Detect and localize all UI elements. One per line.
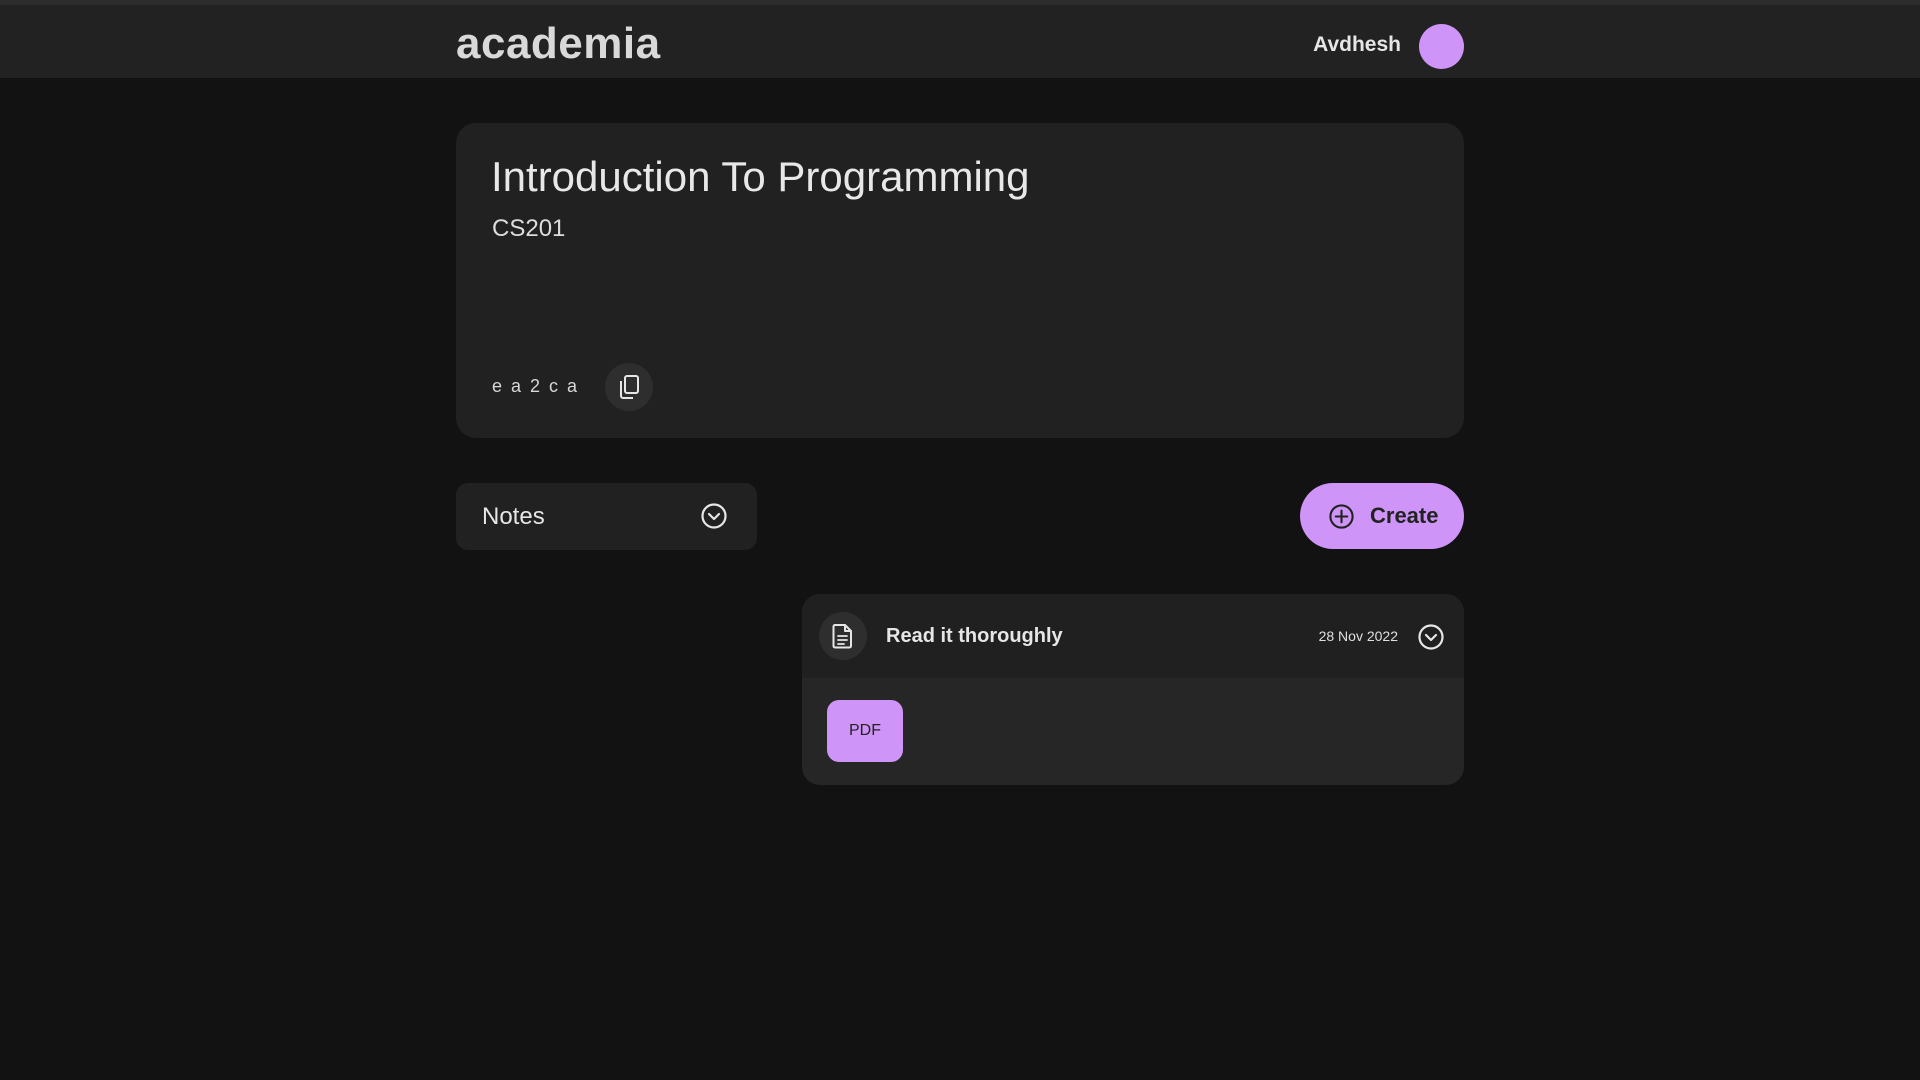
document-icon: [832, 624, 852, 649]
note-card: Read it thoroughly 28 Nov 2022 PDF: [802, 594, 1464, 785]
copy-code-button[interactable]: [605, 363, 653, 411]
create-button[interactable]: Create: [1300, 483, 1464, 549]
dropdown-selected-value: Notes: [482, 503, 545, 530]
note-header[interactable]: Read it thoroughly 28 Nov 2022: [802, 594, 1464, 678]
chevron-down-icon: [701, 503, 727, 529]
class-join-code: ea2ca: [492, 376, 587, 396]
note-icon-badge: [819, 612, 867, 660]
app-logo[interactable]: academia: [456, 19, 661, 69]
top-navbar: academia Avdhesh: [0, 0, 1920, 78]
course-title: Introduction To Programming: [491, 153, 1030, 200]
note-date: 28 Nov 2022: [1318, 628, 1398, 644]
note-title: Read it thoroughly: [886, 625, 1063, 647]
create-button-label: Create: [1370, 503, 1439, 528]
chevron-down-icon[interactable]: [1417, 623, 1445, 651]
copy-icon: [620, 375, 639, 399]
course-code: CS201: [492, 215, 566, 242]
plus-circle-icon: [1329, 504, 1354, 529]
pdf-attachment-button[interactable]: PDF: [827, 700, 903, 762]
avatar[interactable]: [1419, 24, 1464, 69]
content-type-dropdown[interactable]: Notes: [456, 483, 757, 550]
user-name: Avdhesh: [1313, 33, 1401, 56]
course-banner: Introduction To Programming CS201 ea2ca: [456, 123, 1464, 438]
